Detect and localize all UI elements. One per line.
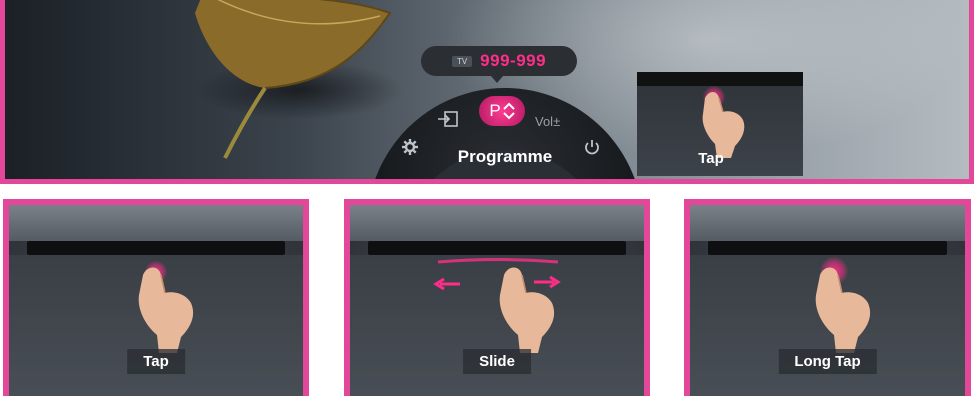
gesture-panel-tap: Tap bbox=[3, 199, 309, 396]
leaf-image bbox=[195, 0, 392, 159]
touch-slot-bar bbox=[708, 241, 947, 255]
touch-slot-bar bbox=[27, 241, 285, 255]
hand-icon bbox=[815, 267, 871, 353]
channel-display: TV 999-999 bbox=[421, 46, 577, 83]
gesture-label: Slide bbox=[463, 349, 531, 374]
gesture-panel-slide: Slide bbox=[344, 199, 650, 396]
input-icon[interactable] bbox=[437, 110, 459, 128]
settings-gear-icon[interactable] bbox=[401, 138, 419, 156]
hand-icon bbox=[702, 92, 745, 158]
slot-top bbox=[350, 205, 644, 241]
volume-label[interactable]: Vol± bbox=[535, 114, 560, 129]
touch-slot-bar bbox=[368, 241, 626, 255]
up-down-arrows-icon bbox=[502, 102, 515, 120]
tv-source-tag: TV bbox=[451, 55, 473, 67]
banner-tap-label: Tap bbox=[698, 150, 724, 167]
hand-icon bbox=[138, 267, 194, 353]
slot-top bbox=[690, 205, 965, 241]
remote-ui-banner: TV 999-999 P Vol± Programme Tap bbox=[0, 0, 974, 184]
power-icon[interactable] bbox=[583, 138, 601, 156]
touch-slot-bar bbox=[637, 72, 803, 86]
channel-number: 999-999 bbox=[480, 51, 547, 70]
gesture-label: Tap bbox=[127, 349, 185, 374]
gesture-label: Long Tap bbox=[778, 349, 877, 374]
arrow-left-icon bbox=[433, 277, 460, 291]
gesture-panel-long-tap: Long Tap bbox=[684, 199, 971, 396]
programme-label: Programme bbox=[457, 147, 553, 166]
slot-top bbox=[9, 205, 303, 241]
arrow-right-icon bbox=[534, 275, 561, 289]
programme-button-label: P bbox=[489, 101, 501, 120]
programme-button[interactable]: P bbox=[479, 96, 525, 126]
